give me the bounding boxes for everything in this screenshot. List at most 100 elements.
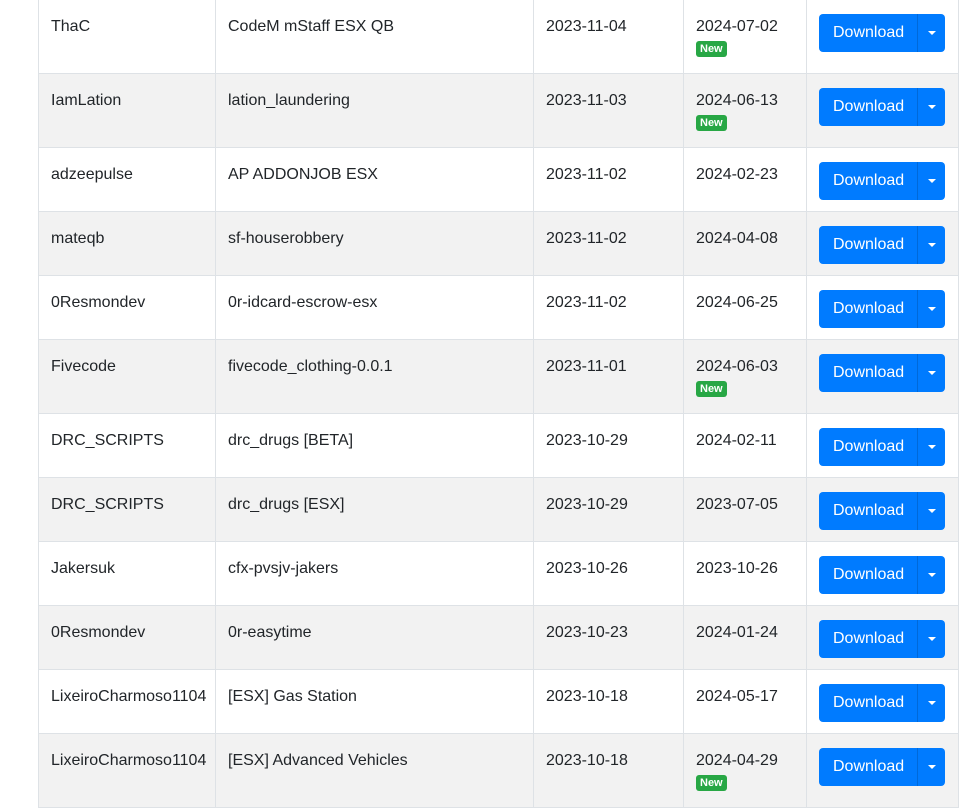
author-cell: DRC_SCRIPTS <box>38 413 216 478</box>
created-date-cell: 2023-11-02 <box>533 275 684 340</box>
download-dropdown-toggle[interactable] <box>918 290 945 328</box>
author-cell: ThaC <box>38 0 216 74</box>
new-badge: New <box>696 381 727 397</box>
table-row: IamLation lation_laundering 2023-11-03 2024… <box>38 73 959 148</box>
updated-date-cell-text: 2024-04-08 <box>696 230 778 247</box>
updated-date-cell: 2024-04-29 New <box>683 733 807 808</box>
resource-name-cell: lation_laundering <box>215 73 534 148</box>
download-button[interactable]: Download <box>819 428 918 466</box>
download-dropdown-toggle[interactable] <box>918 162 945 200</box>
action-cell: Download <box>806 477 959 542</box>
download-dropdown-toggle[interactable] <box>918 88 945 126</box>
updated-date-cell: 2024-02-23 <box>683 147 807 212</box>
download-button[interactable]: Download <box>819 226 918 264</box>
download-button-group: Download <box>819 492 945 530</box>
created-date-cell: 2023-11-02 <box>533 211 684 276</box>
action-cell: Download <box>806 733 959 808</box>
created-date-cell-text: 2023-11-03 <box>546 92 627 109</box>
author-cell: mateqb <box>38 211 216 276</box>
download-button[interactable]: Download <box>819 290 918 328</box>
caret-down-icon <box>927 701 936 705</box>
table-row: LixeiroCharmoso1104 [ESX] Gas Station 2023… <box>38 669 959 734</box>
created-date-cell: 2023-10-23 <box>533 605 684 670</box>
download-button[interactable]: Download <box>819 88 918 126</box>
action-cell: Download <box>806 605 959 670</box>
download-dropdown-toggle[interactable] <box>918 684 945 722</box>
download-button[interactable]: Download <box>819 556 918 594</box>
resource-name-cell: drc_drugs [BETA] <box>215 413 534 478</box>
resource-name-cell: fivecode_clothing-0.0.1 <box>215 339 534 414</box>
author-cell-text: ThaC <box>51 18 91 35</box>
created-date-cell-text: 2023-11-01 <box>546 358 627 375</box>
updated-date-cell: 2024-02-11 <box>683 413 807 478</box>
download-dropdown-toggle[interactable] <box>918 14 945 52</box>
updated-date-cell: 2024-06-25 <box>683 275 807 340</box>
created-date-cell: 2023-10-18 <box>533 733 684 808</box>
updated-date-cell: 2024-04-08 <box>683 211 807 276</box>
updated-date-cell-text: 2024-04-29 <box>696 752 778 769</box>
author-cell: Jakersuk <box>38 541 216 606</box>
author-cell: IamLation <box>38 73 216 148</box>
download-button-group: Download <box>819 748 945 786</box>
updated-date-cell-text: 2024-06-13 <box>696 92 778 109</box>
download-button[interactable]: Download <box>819 162 918 200</box>
download-button[interactable]: Download <box>819 492 918 530</box>
table-row: ThaC CodeM mStaff ESX QB 2023-11-04 2024-07… <box>38 0 959 74</box>
download-dropdown-toggle[interactable] <box>918 556 945 594</box>
created-date-cell-text: 2023-10-18 <box>546 688 628 705</box>
author-cell-text: DRC_SCRIPTS <box>51 496 164 513</box>
updated-date-cell: 2024-06-13 New <box>683 73 807 148</box>
action-cell: Download <box>806 211 959 276</box>
author-cell: LixeiroCharmoso1104 <box>38 733 216 808</box>
resource-name-cell: drc_drugs [ESX] <box>215 477 534 542</box>
author-cell-text: IamLation <box>51 92 122 109</box>
download-button[interactable]: Download <box>819 14 918 52</box>
resource-name-cell-text: lation_laundering <box>228 92 350 109</box>
download-dropdown-toggle[interactable] <box>918 226 945 264</box>
caret-down-icon <box>927 243 936 247</box>
author-cell: LixeiroCharmoso1104 <box>38 669 216 734</box>
caret-down-icon <box>927 509 936 513</box>
download-button-group: Download <box>819 556 945 594</box>
action-cell: Download <box>806 541 959 606</box>
action-cell: Download <box>806 0 959 74</box>
new-badge: New <box>696 775 727 791</box>
author-cell: Fivecode <box>38 339 216 414</box>
action-cell: Download <box>806 669 959 734</box>
created-date-cell: 2023-10-29 <box>533 413 684 478</box>
download-dropdown-toggle[interactable] <box>918 620 945 658</box>
download-button-group: Download <box>819 290 945 328</box>
updated-date-cell: 2024-06-03 New <box>683 339 807 414</box>
updated-date-cell-text: 2024-07-02 <box>696 18 778 35</box>
table-row: 0Resmondev 0r-idcard-escrow-esx 2023-11-02… <box>38 275 959 340</box>
author-cell-text: adzeepulse <box>51 166 133 183</box>
table-row: LixeiroCharmoso1104 [ESX] Advanced Vehicl… <box>38 733 959 808</box>
created-date-cell-text: 2023-10-29 <box>546 496 628 513</box>
author-cell-text: 0Resmondev <box>51 294 146 311</box>
created-date-cell: 2023-11-04 <box>533 0 684 74</box>
resource-name-cell-text: [ESX] Advanced Vehicles <box>228 752 408 769</box>
author-cell-text: LixeiroCharmoso1104 <box>51 752 207 769</box>
download-button-group: Download <box>819 162 945 200</box>
download-button[interactable]: Download <box>819 620 918 658</box>
resource-name-cell-text: 0r-easytime <box>228 624 312 641</box>
download-dropdown-toggle[interactable] <box>918 354 945 392</box>
created-date-cell-text: 2023-11-04 <box>546 18 627 35</box>
download-dropdown-toggle[interactable] <box>918 428 945 466</box>
download-button[interactable]: Download <box>819 748 918 786</box>
download-dropdown-toggle[interactable] <box>918 492 945 530</box>
resource-name-cell: [ESX] Gas Station <box>215 669 534 734</box>
resource-name-cell: AP ADDONJOB ESX <box>215 147 534 212</box>
table-row: adzeepulse AP ADDONJOB ESX 2023-11-02 2024-… <box>38 147 959 212</box>
author-cell-text: mateqb <box>51 230 105 247</box>
action-cell: Download <box>806 275 959 340</box>
created-date-cell: 2023-10-29 <box>533 477 684 542</box>
download-dropdown-toggle[interactable] <box>918 748 945 786</box>
table-row: mateqb sf-houserobbery 2023-11-02 2024-04-0… <box>38 211 959 276</box>
download-button[interactable]: Download <box>819 354 918 392</box>
download-button[interactable]: Download <box>819 684 918 722</box>
table-row: Jakersuk cfx-pvsjv-jakers 2023-10-26 2023-1… <box>38 541 959 606</box>
resources-table-body: ThaC CodeM mStaff ESX QB 2023-11-04 2024-07… <box>38 0 959 808</box>
created-date-cell: 2023-10-18 <box>533 669 684 734</box>
created-date-cell: 2023-11-01 <box>533 339 684 414</box>
